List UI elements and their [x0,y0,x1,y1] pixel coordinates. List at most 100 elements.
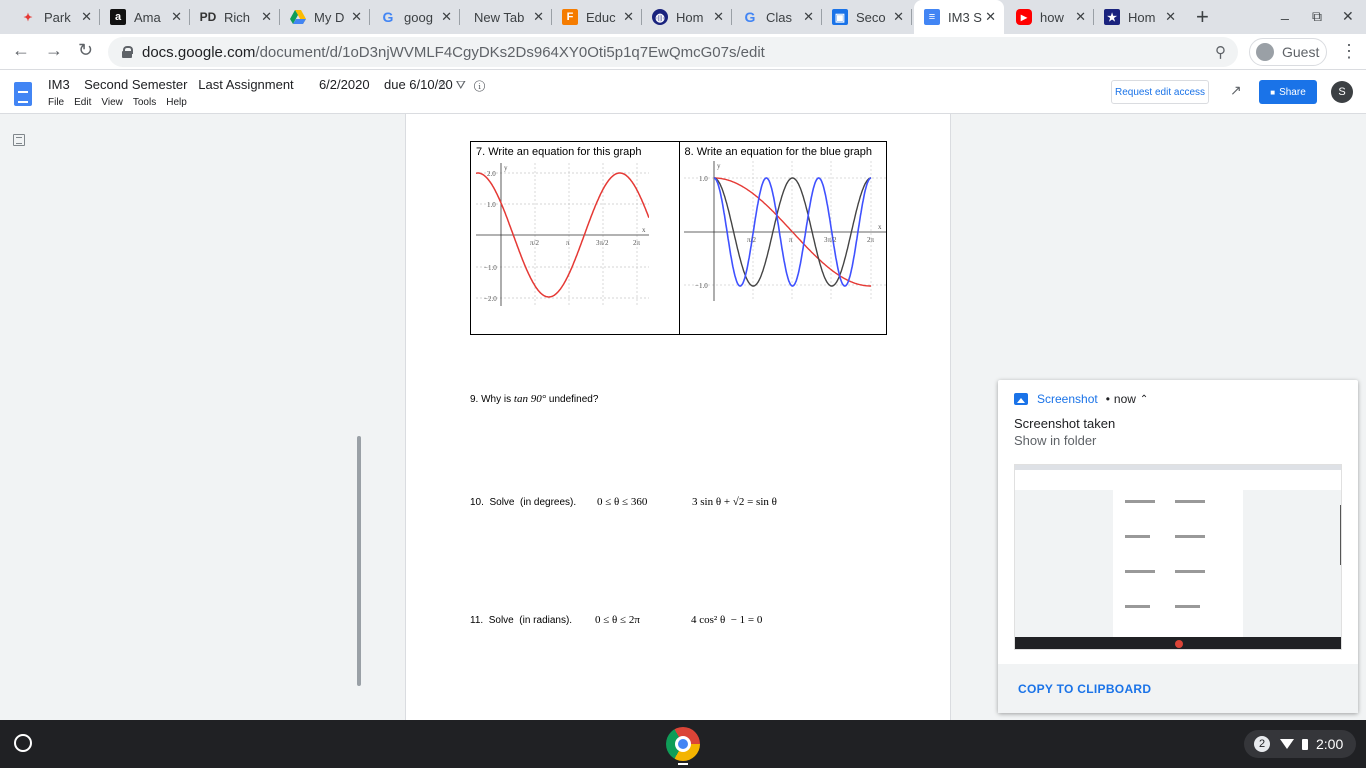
docs-header: IM3 Second Semester Last Assignment 6/2/… [0,70,1366,114]
zoom-icon[interactable]: ⚲ [1215,43,1226,61]
new-tab-plus-icon[interactable]: + [1196,4,1209,30]
close-icon[interactable]: ✕ [893,9,904,25]
close-window-icon[interactable]: ✕ [1342,8,1354,25]
close-icon[interactable]: ✕ [351,9,362,25]
profile-button[interactable]: Guest [1249,38,1327,66]
tab-my-drive[interactable]: My D ✕ [280,0,370,34]
q9-math: tan 90° [513,393,547,405]
park-favicon-icon: ✦ [23,11,33,24]
profile-label: Guest [1282,44,1320,60]
notification-app-name: Screenshot [1037,392,1098,406]
activity-trend-icon[interactable]: ↗ [1230,82,1242,99]
browser-toolbar: ← → ↻ docs.google.com/document/d/1oD3njW… [0,34,1366,70]
restore-icon[interactable]: ⧉ [1312,8,1322,25]
menu-file[interactable]: File [48,97,64,108]
notification-scrollbar[interactable] [357,436,361,686]
address-bar[interactable]: docs.google.com/document/d/1oD3njWVMLF4C… [108,37,1238,67]
star-favicon-icon: ★ [1104,9,1120,25]
y-axis-symbol: y [504,164,508,172]
menu-tools[interactable]: Tools [133,97,156,108]
menu-bar: File Edit View Tools Help [48,97,187,108]
more-menu-icon[interactable]: ⋮ [1340,41,1358,62]
star-icon[interactable]: ☆ [437,78,456,92]
y-tick-label: 1.0 [699,175,708,183]
share-button[interactable]: ■ Share [1259,80,1317,104]
notification-time: now [1113,392,1136,406]
launcher-icon[interactable] [14,734,32,752]
close-icon[interactable]: ✕ [171,9,182,25]
pd-favicon-icon: PD [199,10,217,24]
google-favicon-icon: G [382,9,394,25]
url-host: docs.google.com [142,43,256,61]
tab-im3-active[interactable]: ≡ IM3 S ✕ [914,0,1004,34]
classroom-favicon-icon: ▣ [832,9,848,25]
close-icon[interactable]: ✕ [261,9,272,25]
menu-edit[interactable]: Edit [74,97,91,108]
close-icon[interactable]: ✕ [441,9,452,25]
lock-icon [122,46,133,58]
x-tick-label: π [789,236,793,244]
google-docs-favicon-icon: ≡ [924,9,940,25]
show-in-folder-link[interactable]: Show in folder [1014,433,1096,448]
tab-second[interactable]: ▣ Seco ✕ [822,0,912,34]
close-icon[interactable]: ✕ [623,9,634,25]
tab-strip: ✦ Park ✕ a Ama ✕ PD Rich ✕ My D ✕ G goog… [0,0,1366,34]
system-shelf: 2 2:00 [0,720,1366,768]
tab-rich[interactable]: PD Rich ✕ [190,0,280,34]
close-icon[interactable]: ✕ [1165,9,1176,25]
q11-equation: 4 cos² θ − 1 = 0 [691,614,763,626]
tab-amazon[interactable]: a Ama ✕ [100,0,190,34]
tab-google[interactable]: G goog ✕ [370,0,460,34]
tab-educ[interactable]: F Educ ✕ [552,0,642,34]
x-tick-label: 2π [867,236,875,244]
screenshot-thumbnail[interactable] [1014,464,1342,650]
lock-icon: ■ [1270,87,1276,97]
q10-domain: 0 ≤ θ ≤ 360 [597,496,648,508]
tab-park[interactable]: ✦ Park ✕ [10,0,100,34]
reload-icon[interactable]: ↻ [78,40,93,61]
notification-actions: COPY TO CLIPBOARD [998,664,1358,713]
tab-home[interactable]: ◍ Hom ✕ [642,0,732,34]
google-docs-logo-icon[interactable] [14,82,32,106]
tab-clas[interactable]: G Clas ✕ [732,0,822,34]
status-tray[interactable]: 2 2:00 [1244,730,1356,758]
close-icon[interactable]: ✕ [713,9,724,25]
menu-view[interactable]: View [101,97,123,108]
close-icon[interactable]: ✕ [1075,9,1086,25]
close-icon[interactable]: ✕ [985,9,996,25]
back-arrow-icon[interactable]: ← [12,40,30,61]
amazon-favicon-icon: a [110,9,126,25]
tab-how[interactable]: ▶ how ✕ [1006,0,1094,34]
x-tick-label: π [566,239,570,247]
x-tick-label: 3π/2 [824,236,837,244]
tab-new-tab[interactable]: New Tab ✕ [460,0,552,34]
menu-help[interactable]: Help [166,97,187,108]
chrome-icon[interactable] [666,727,700,761]
educ-favicon-icon: F [562,9,578,25]
info-icon[interactable]: ⓘ [474,78,493,92]
close-icon[interactable]: ✕ [803,9,814,25]
document-title[interactable]: IM3 Second Semester Last Assignment 6/2/… [48,77,453,92]
q9-suffix: undefined? [546,394,599,405]
drive-location-icon[interactable]: ⛛ [456,78,474,92]
document-outline-icon[interactable] [13,134,25,146]
wifi-icon [1280,739,1294,749]
q11-domain: 0 ≤ θ ≤ 2π [595,614,640,626]
tab-home-2[interactable]: ★ Hom ✕ [1094,0,1184,34]
copy-to-clipboard-button[interactable]: COPY TO CLIPBOARD [1018,682,1151,696]
google-drive-favicon-icon [290,9,306,25]
screenshot-notification[interactable]: Screenshot • now ⌃ Screenshot taken Show… [998,380,1358,713]
q11-label: 11. Solve (in radians). [470,615,573,626]
q8-title: 8. Write an equation for the blue graph [684,146,873,158]
running-indicator [678,763,688,765]
request-edit-access-button[interactable]: Request edit access [1111,80,1209,104]
youtube-favicon-icon: ▶ [1016,9,1032,25]
notification-header: Screenshot • now ⌃ [1014,392,1148,406]
minimize-icon[interactable]: _ [1281,4,1289,20]
y-tick-label: 1.0 [487,201,496,209]
close-icon[interactable]: ✕ [533,9,544,25]
close-icon[interactable]: ✕ [81,9,92,25]
user-avatar[interactable]: S [1331,81,1353,103]
chevron-up-icon[interactable]: ⌃ [1140,394,1148,405]
forward-arrow-icon[interactable]: → [45,40,63,61]
